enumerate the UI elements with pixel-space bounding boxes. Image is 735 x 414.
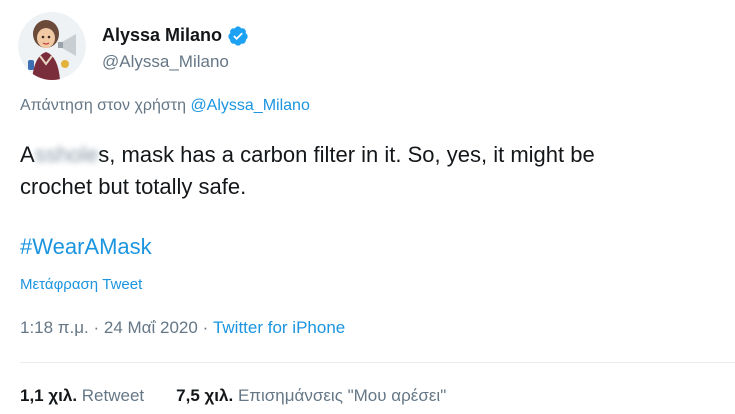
tweet-text: Assholes, mask has a carbon filter in it…	[20, 139, 710, 203]
likes-stat[interactable]: 7,5 χιλ. Επισημάνσεις "Μου αρέσει"	[176, 386, 446, 406]
retweets-label: Retweet	[81, 386, 145, 405]
author-handle[interactable]: @Alyssa_Milano	[102, 52, 249, 72]
likes-label: Επισημάνσεις "Μου αρέσει"	[237, 386, 447, 405]
divider	[20, 362, 735, 363]
tweet-stats: 1,1 χιλ. Retweet 7,5 χιλ. Επισημάνσεις "…	[20, 386, 478, 406]
translate-tweet-link[interactable]: Μετάφραση Tweet	[20, 276, 142, 293]
tweet-card: Alyssa Milano @Alyssa_Milano Απάντηση στ…	[0, 0, 735, 414]
tweet-header: Alyssa Milano @Alyssa_Milano	[18, 12, 249, 80]
reply-context: Απάντηση στον χρήστη @Alyssa_Milano	[20, 97, 310, 115]
avatar-illustration	[18, 12, 86, 80]
author-names: Alyssa Milano @Alyssa_Milano	[102, 23, 249, 72]
tweet-text-start: A	[20, 142, 35, 167]
tweet-meta: 1:18 π.μ. · 24 Μαΐ 2020 · Twitter for iP…	[20, 318, 345, 338]
tweet-text-rest: s, mask has a carbon filter in it. So, y…	[98, 142, 595, 167]
hashtag-link[interactable]: #WearAMask	[20, 234, 152, 260]
tweet-source-link[interactable]: Twitter for iPhone	[213, 318, 345, 337]
likes-count: 7,5 χιλ.	[176, 386, 234, 405]
reply-target-link[interactable]: @Alyssa_Milano	[190, 97, 309, 114]
retweets-stat[interactable]: 1,1 χιλ. Retweet	[20, 386, 144, 406]
blurred-word: sshole	[34, 142, 99, 167]
reply-prefix: Απάντηση στον χρήστη	[20, 97, 186, 114]
tweet-date[interactable]: 24 Μαΐ 2020	[104, 318, 198, 337]
author-display-name[interactable]: Alyssa Milano	[102, 25, 222, 46]
retweets-count: 1,1 χιλ.	[20, 386, 78, 405]
verified-badge-icon	[227, 25, 249, 47]
tweet-text-line-1: Assholes, mask has a carbon filter in it…	[20, 139, 710, 171]
tweet-text-line-2: crochet but totally safe.	[20, 174, 247, 199]
avatar[interactable]	[18, 12, 86, 80]
meta-separator-2: ·	[197, 318, 213, 337]
meta-separator-1: ·	[88, 318, 104, 337]
display-name-row: Alyssa Milano	[102, 23, 249, 49]
tweet-time[interactable]: 1:18 π.μ.	[20, 318, 89, 337]
